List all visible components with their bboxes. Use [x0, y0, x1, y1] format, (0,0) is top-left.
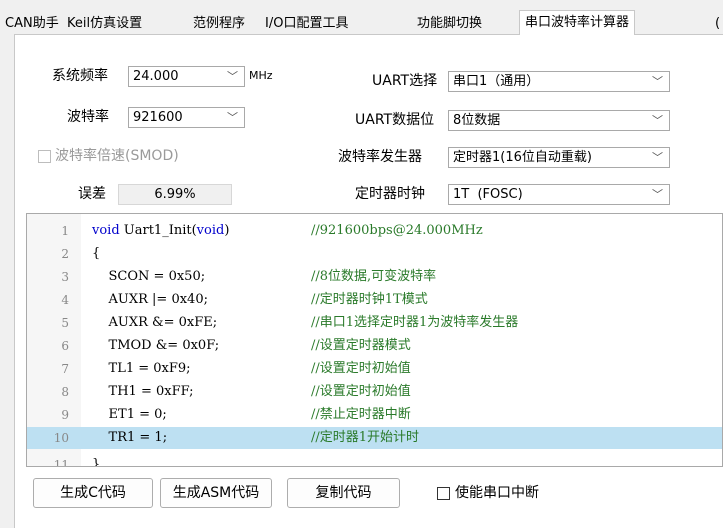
- keyword: void: [92, 223, 120, 238]
- chevron-down-icon: ﹀: [652, 75, 663, 88]
- code-line: 6 TMOD &= 0x0F; //设置定时器模式: [27, 335, 722, 357]
- code-text: AUXR &= 0xFE;: [92, 315, 218, 330]
- sysfreq-value: 24.000: [133, 69, 179, 84]
- code-comment: //921600bps@24.000MHz: [311, 223, 483, 238]
- uart-select-value: 串口1（通用）: [453, 74, 540, 89]
- error-value: 6.99%: [154, 187, 196, 202]
- uart-select-label: UART选择: [372, 73, 438, 89]
- code-text: }: [92, 457, 101, 467]
- baud-generator-combo[interactable]: 定时器1(16位自动重载) ﹀: [448, 147, 670, 168]
- code-comment: //禁止定时器中断: [311, 407, 411, 422]
- code-comment: //设置定时初始值: [311, 384, 411, 399]
- code-line: 5 AUXR &= 0xFE; //串口1选择定时器1为波特率发生器: [27, 312, 722, 334]
- databits-label: UART数据位: [355, 112, 435, 128]
- code-text: void Uart1_Init(void): [92, 220, 229, 242]
- tab-keil-sim[interactable]: Keil仿真设置: [62, 14, 147, 35]
- code-comment: //串口1选择定时器1为波特率发生器: [311, 315, 519, 330]
- line-number: 11: [53, 458, 69, 467]
- chevron-down-icon: ﹀: [227, 111, 238, 124]
- error-value-box: 6.99%: [118, 184, 232, 205]
- code-editor[interactable]: 1 void Uart1_Init(void) //921600bps@24.0…: [26, 213, 723, 467]
- code-line: 4 AUXR |= 0x40; //定时器时钟1T模式: [27, 289, 722, 311]
- uart-select-combo[interactable]: 串口1（通用） ﹀: [448, 71, 670, 92]
- line-number: 6: [61, 339, 69, 353]
- chevron-down-icon: ﹀: [652, 151, 663, 164]
- code-comment: //定时器1开始计时: [311, 430, 420, 445]
- enable-uart-interrupt-label: 使能串口中断: [455, 485, 539, 501]
- tab-pin-switch[interactable]: 功能脚切换: [412, 14, 487, 35]
- line-number: 7: [61, 362, 69, 376]
- baud-label: 波特率: [67, 109, 109, 125]
- code-line: 3 SCON = 0x50; //8位数据,可变波特率: [27, 266, 722, 288]
- sysfreq-unit: MHz: [249, 69, 273, 82]
- sysfreq-label: 系统频率: [52, 68, 108, 84]
- code-text: AUXR |= 0x40;: [92, 292, 208, 307]
- timer-clock-value: 1T (FOSC): [453, 187, 523, 202]
- smod-checkbox[interactable]: [38, 150, 51, 163]
- code-line: 1 void Uart1_Init(void) //921600bps@24.0…: [27, 220, 722, 242]
- timer-clock-combo[interactable]: 1T (FOSC) ﹀: [448, 184, 670, 205]
- line-number: 10: [53, 431, 69, 445]
- databits-combo[interactable]: 8位数据 ﹀: [448, 110, 670, 131]
- timer-clock-label: 定时器时钟: [355, 186, 425, 202]
- line-number: 8: [61, 385, 69, 399]
- code-line: 8 TH1 = 0xFF; //设置定时初始值: [27, 381, 722, 403]
- code-text: TL1 = 0xF9;: [92, 361, 191, 376]
- code-line: 9 ET1 = 0; //禁止定时器中断: [27, 404, 722, 426]
- smod-label: 波特率倍速(SMOD): [55, 148, 179, 164]
- line-number: 5: [61, 316, 69, 330]
- enable-uart-interrupt-checkbox[interactable]: [437, 487, 450, 500]
- chevron-down-icon: ﹀: [227, 70, 238, 83]
- code-fragment: Uart1_Init(: [119, 223, 197, 238]
- tab-overflow[interactable]: (: [710, 14, 723, 35]
- generate-c-code-button[interactable]: 生成C代码: [33, 478, 153, 508]
- baud-generator-label: 波特率发生器: [338, 149, 422, 165]
- tab-can-helper[interactable]: CAN助手: [0, 14, 64, 35]
- baud-combo[interactable]: 921600 ﹀: [128, 107, 245, 128]
- sysfreq-combo[interactable]: 24.000 ﹀: [128, 66, 245, 87]
- line-number: 2: [61, 247, 69, 261]
- baud-value: 921600: [133, 110, 183, 125]
- error-label: 误差: [78, 186, 106, 202]
- code-text: TR1 = 1;: [92, 430, 168, 445]
- chevron-down-icon: ﹀: [652, 188, 663, 201]
- code-line: 11 }: [27, 454, 722, 467]
- line-number: 3: [61, 270, 69, 284]
- code-comment: //设置定时初始值: [311, 361, 411, 376]
- code-fragment: ): [224, 223, 230, 238]
- code-text: TH1 = 0xFF;: [92, 384, 194, 399]
- code-text: TMOD &= 0x0F;: [92, 338, 220, 353]
- code-comment: //定时器时钟1T模式: [311, 292, 428, 307]
- tab-io-config[interactable]: I/O口配置工具: [260, 14, 353, 35]
- code-line: 7 TL1 = 0xF9; //设置定时初始值: [27, 358, 722, 380]
- code-text: {: [92, 246, 101, 261]
- keyword: void: [196, 223, 225, 238]
- code-text: SCON = 0x50;: [92, 269, 206, 284]
- chevron-down-icon: ﹀: [652, 114, 663, 127]
- line-number: 4: [61, 293, 69, 307]
- code-line: 2 {: [27, 243, 722, 265]
- code-comment: //设置定时器模式: [311, 338, 411, 353]
- code-comment: //8位数据,可变波特率: [311, 269, 437, 284]
- databits-value: 8位数据: [453, 113, 501, 128]
- tab-examples[interactable]: 范例程序: [188, 14, 250, 35]
- tab-bar: CAN助手 Keil仿真设置 范例程序 I/O口配置工具 功能脚切换 串口波特率…: [0, 0, 723, 35]
- code-line-current: 10 TR1 = 1; //定时器1开始计时: [27, 427, 722, 449]
- line-number: 9: [61, 408, 69, 422]
- baud-generator-value: 定时器1(16位自动重载): [453, 150, 592, 165]
- generate-asm-code-button[interactable]: 生成ASM代码: [160, 478, 272, 508]
- copy-code-button[interactable]: 复制代码: [287, 478, 400, 508]
- code-text: ET1 = 0;: [92, 407, 167, 422]
- tab-baud-calculator[interactable]: 串口波特率计算器: [519, 10, 636, 35]
- line-number: 1: [61, 224, 69, 238]
